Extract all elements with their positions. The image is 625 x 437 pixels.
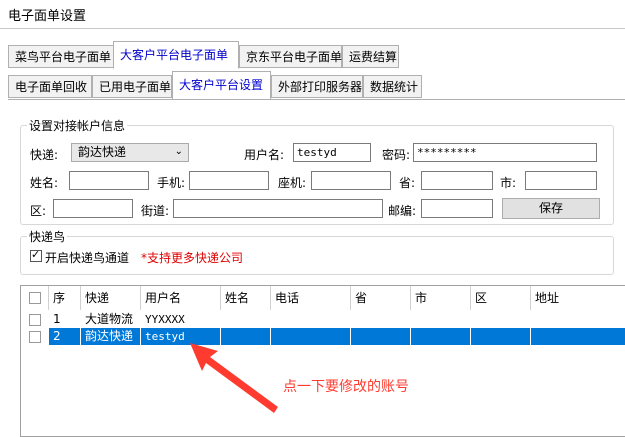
header-select-all: [21, 286, 49, 310]
username-input[interactable]: testyd: [293, 143, 371, 162]
row-city: [411, 328, 471, 345]
select-all-checkbox[interactable]: [29, 292, 41, 304]
postcode-label: 邮编:: [388, 204, 417, 218]
tab-big-customer-settings[interactable]: 大客户平台设置: [172, 71, 271, 100]
row-district: [471, 328, 531, 345]
province-input[interactable]: [421, 171, 493, 190]
table-row-selected[interactable]: 2 韵达快递 testyd: [21, 328, 625, 345]
express-select[interactable]: 韵达快递 ⌄: [71, 143, 189, 162]
tab-recycle[interactable]: 电子面单回收: [8, 75, 92, 98]
tab-stats[interactable]: 数据统计: [363, 75, 422, 98]
city-label: 市:: [500, 176, 517, 190]
annotation-text: 点一下要修改的账号: [283, 379, 409, 395]
name-input[interactable]: [69, 171, 149, 190]
header-name: 姓名: [221, 286, 271, 310]
checkmark-icon: ✓: [31, 248, 41, 261]
row-express: 大道物流: [85, 312, 134, 326]
header-username: 用户名: [141, 286, 221, 310]
district-input[interactable]: [53, 199, 133, 218]
header-phone: 电话: [271, 286, 351, 310]
header-express: 快递: [81, 286, 141, 310]
header-district: 区: [471, 286, 531, 310]
password-input[interactable]: *********: [413, 143, 597, 162]
row-checkbox[interactable]: [29, 314, 41, 326]
tab-jd[interactable]: 京东平台电子面单: [239, 45, 342, 68]
city-input[interactable]: [525, 171, 597, 190]
row-checkbox[interactable]: [29, 331, 41, 343]
mobile-label: 手机:: [157, 176, 186, 190]
table-row[interactable]: 1 大道物流 YYXXXX: [21, 311, 625, 328]
tab-freight[interactable]: 运费结算: [342, 45, 399, 68]
header-province: 省: [351, 286, 411, 310]
tab-used[interactable]: 已用电子面单: [92, 75, 172, 98]
row-express: 韵达快递: [81, 328, 141, 345]
accounts-grid: 序 快递 用户名 姓名 电话 省 市 区 地址 1 大道物流 YYXXXX 2 …: [20, 285, 625, 437]
save-button[interactable]: 保存: [502, 198, 600, 219]
password-label: 密码:: [382, 148, 411, 162]
tab-cainiao[interactable]: 菜鸟平台电子面单: [8, 45, 114, 68]
mobile-input[interactable]: [189, 171, 269, 190]
header-address: 地址: [535, 291, 560, 305]
kdn-legend: 快递鸟: [29, 230, 66, 244]
phone-input[interactable]: [311, 171, 391, 190]
district-label: 区:: [30, 204, 47, 218]
express-label: 快递:: [30, 148, 59, 162]
street-input[interactable]: [173, 199, 383, 218]
name-label: 姓名:: [30, 176, 59, 190]
tab-print-server[interactable]: 外部打印服务器: [271, 75, 363, 98]
row-province: [351, 328, 411, 345]
street-label: 街道:: [141, 204, 170, 218]
window-titlebar: 电子面单设置: [0, 0, 625, 29]
username-label: 用户名:: [244, 148, 285, 162]
row-seq: 2: [49, 328, 81, 345]
tab-big-customer-platform[interactable]: 大客户平台电子面单: [113, 41, 239, 69]
header-seq: 序: [49, 286, 81, 310]
province-label: 省:: [399, 176, 416, 190]
header-city: 市: [411, 286, 471, 310]
row-seq: 1: [53, 312, 61, 326]
annotation-arrow-icon: [190, 343, 278, 413]
row-username: YYXXXX: [145, 313, 185, 326]
window-title: 电子面单设置: [8, 9, 87, 24]
express-select-value: 韵达快递: [78, 145, 127, 159]
phone-label: 座机:: [278, 176, 307, 190]
support-note: *支持更多快递公司: [141, 251, 244, 265]
postcode-input[interactable]: [421, 199, 493, 218]
account-settings-legend: 设置对接帐户信息: [29, 119, 126, 133]
enable-kdn-label[interactable]: 开启快递鸟通道: [45, 249, 129, 266]
enable-kdn-checkbox[interactable]: ✓: [30, 248, 42, 262]
chevron-down-icon: ⌄: [174, 146, 183, 157]
